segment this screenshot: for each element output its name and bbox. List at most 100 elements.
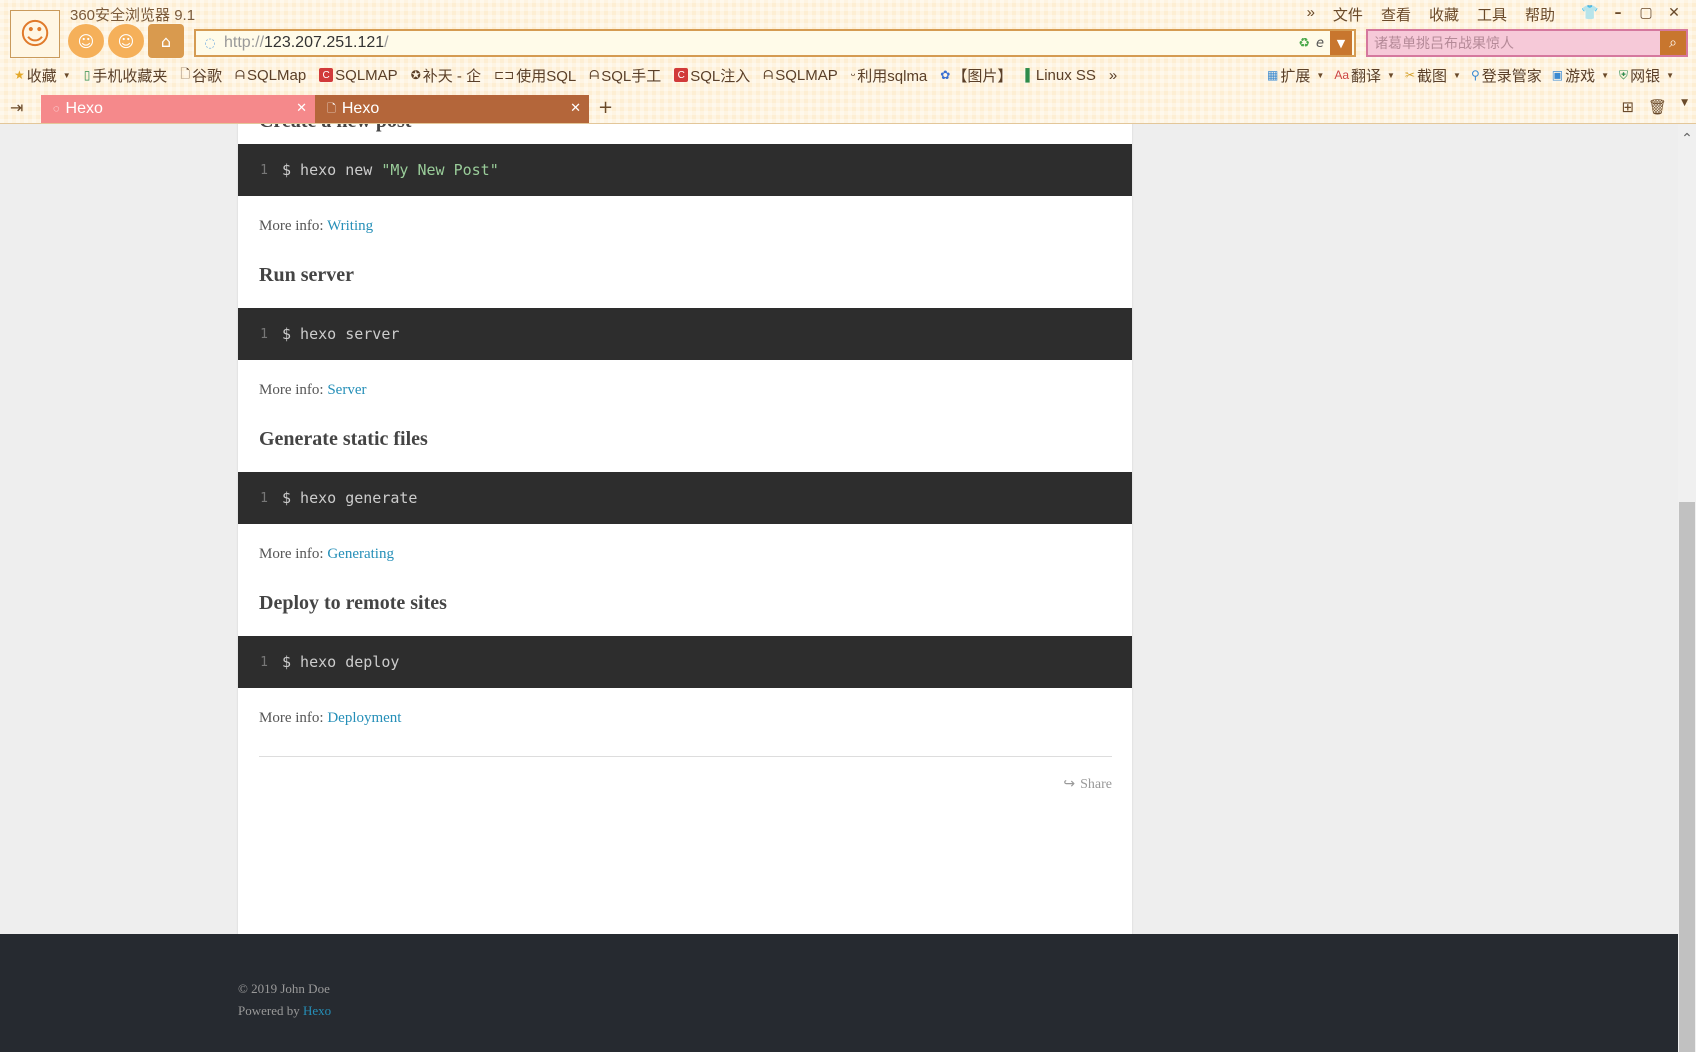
ie-mode-icon[interactable]: e	[1316, 36, 1324, 51]
sidebar-toggle-icon[interactable]: ⇥	[10, 98, 23, 117]
menu-favorites[interactable]: 收藏	[1420, 4, 1468, 25]
tool-extensions[interactable]: ▦ 扩展 ▼	[1267, 65, 1324, 86]
chevron-down-icon: ▼	[1666, 70, 1674, 80]
site-footer: © 2019 John Doe Powered by Hexo	[0, 934, 1678, 1052]
skin-icon[interactable]: 👕	[1578, 2, 1602, 24]
phone-icon: ▯	[83, 68, 91, 82]
bookmark-item[interactable]: C SQL注入	[674, 65, 750, 86]
gear-icon: ✪	[410, 68, 421, 82]
powered-by: Powered by Hexo	[238, 1003, 332, 1018]
tool-login-manager[interactable]: ⚲ 登录管家	[1471, 65, 1542, 86]
chevron-down-icon: ▼	[62, 70, 71, 80]
menu-view[interactable]: 查看	[1372, 4, 1420, 25]
share-button[interactable]: ↪ Share	[1063, 776, 1112, 793]
bookmark-item[interactable]: ᗩ SQL手工	[589, 65, 661, 86]
house-icon: ⌂	[148, 24, 184, 58]
bar-icon: ▌	[1025, 68, 1034, 82]
chevron-down-icon: ▼	[1316, 70, 1325, 80]
loading-icon: ◌	[53, 103, 60, 115]
trash-icon[interactable]: 🗑	[1648, 98, 1667, 116]
tool-translate[interactable]: Aa 翻译 ▼	[1334, 65, 1395, 86]
browser-chrome: ☺ 360安全浏览器 9.1 ☺ ☺ ⌂ » 文件 查看 收藏 工具 帮助 👕 …	[0, 0, 1696, 124]
code-block: 1 $ hexo new "My New Post"	[238, 144, 1132, 196]
bookmark-item[interactable]: ✪ 补天 - 企	[411, 65, 481, 86]
bookmark-item[interactable]: ᗩ SQLMAP	[763, 67, 838, 84]
page-viewport: Create a new post 1 $ hexo new "My New P…	[0, 124, 1678, 1052]
mascot-decoration: ☺ ☺ ⌂	[68, 24, 184, 58]
code-block: 1 $ hexo generate	[238, 472, 1132, 524]
line-number: 1	[260, 326, 268, 342]
url-field[interactable]: http://123.207.251.121/	[224, 34, 1298, 52]
address-bar[interactable]: ◌ http://123.207.251.121/ ♻ e ▼	[194, 29, 1356, 57]
minimize-button[interactable]: –	[1606, 2, 1630, 24]
window-controls: 👕 – ▢ ✕	[1578, 2, 1686, 24]
bookmark-favorites[interactable]: ★ 收藏 ▼	[14, 65, 71, 86]
tab-grid-icon[interactable]: ⊞	[1621, 98, 1634, 116]
tab-tools: ⊞ 🗑 ▼	[1621, 98, 1688, 116]
link-server[interactable]: Server	[327, 382, 366, 398]
menu-file[interactable]: 文件	[1324, 4, 1372, 25]
menu-tools[interactable]: 工具	[1468, 4, 1516, 25]
heading-deploy: Deploy to remote sites	[259, 592, 447, 614]
tool-screenshot[interactable]: ✂ 截图 ▼	[1405, 65, 1461, 86]
chevron-down-icon: ▼	[1601, 70, 1610, 80]
tab-hexo-1[interactable]: ◌ Hexo ✕	[41, 95, 315, 123]
link-hexo[interactable]: Hexo	[303, 1003, 331, 1018]
page-loading-icon: ◌	[204, 35, 216, 51]
close-tab-icon[interactable]: ✕	[296, 100, 307, 116]
more-info: More info: Server	[259, 382, 367, 398]
link-icon: ᗩ	[763, 67, 774, 82]
close-button[interactable]: ✕	[1662, 2, 1686, 24]
search-icon[interactable]: ⌕	[1660, 31, 1686, 55]
chevron-down-icon[interactable]: ▼	[1681, 98, 1688, 116]
scroll-up-icon[interactable]: ⌃	[1678, 131, 1696, 149]
bookmark-item[interactable]: ᗩ SQLMap	[235, 67, 306, 84]
address-actions: ♻ e ▼	[1298, 31, 1354, 55]
mascot-icon: ☺	[68, 24, 104, 58]
bookmark-item[interactable]: C SQLMAP	[319, 67, 398, 84]
bookmark-item[interactable]: ✿ 【图片】	[940, 65, 1012, 86]
line-number: 1	[260, 654, 268, 670]
paw-icon: ✿	[940, 68, 951, 82]
more-info: More info: Writing	[259, 218, 374, 234]
chevron-down-icon: ▼	[1453, 70, 1461, 80]
tool-banking[interactable]: ⛨ 网银 ▼	[1619, 65, 1674, 86]
menu-bar: » 文件 查看 收藏 工具 帮助	[1298, 4, 1564, 25]
bookmarks-more-button[interactable]: »	[1109, 67, 1117, 84]
link-icon: ᗩ	[235, 67, 245, 82]
bookmark-item[interactable]: ᵕ 利用sqlma	[851, 65, 928, 86]
mascot-icon: ☺	[108, 24, 144, 58]
copyright: © 2019 John Doe	[238, 981, 330, 996]
security-icon[interactable]: ♻	[1298, 36, 1310, 51]
more-info: More info: Deployment	[259, 710, 402, 726]
tab-bar: ⇥ ◌ Hexo ✕ 🗋 Hexo ✕ + ⊞ 🗑 ▼	[0, 94, 1696, 123]
menu-more[interactable]: »	[1298, 4, 1324, 25]
close-tab-icon[interactable]: ✕	[570, 100, 581, 116]
game-icon: ▣	[1551, 68, 1564, 82]
link-generating[interactable]: Generating	[327, 546, 394, 562]
tab-hexo-2[interactable]: 🗋 Hexo ✕	[315, 95, 589, 123]
bookmark-item[interactable]: ▌ Linux SS	[1025, 67, 1096, 84]
bracket-icon: ⊏⊐	[494, 68, 515, 82]
link-writing[interactable]: Writing	[327, 218, 373, 234]
code-command: $ hexo new	[282, 161, 382, 179]
search-box[interactable]: 诸葛单挑吕布战果惊人 ⌕	[1366, 29, 1688, 57]
grid-icon: ▦	[1267, 68, 1279, 82]
key-icon: ⚲	[1470, 68, 1480, 82]
url-dropdown-icon[interactable]: ▼	[1330, 31, 1352, 55]
heading-run-server: Run server	[259, 264, 354, 286]
scrollbar-thumb[interactable]	[1679, 502, 1695, 1052]
bookmark-item[interactable]: ⊏⊐ 使用SQL	[494, 65, 576, 86]
tool-games[interactable]: ▣ 游戏 ▼	[1552, 65, 1609, 86]
browser-title: 360安全浏览器 9.1	[70, 7, 196, 24]
scissors-icon: ✂	[1404, 68, 1416, 82]
new-tab-button[interactable]: +	[598, 97, 613, 118]
maximize-button[interactable]: ▢	[1634, 2, 1658, 24]
line-number: 1	[260, 162, 268, 178]
menu-help[interactable]: 帮助	[1516, 4, 1564, 25]
search-input[interactable]: 诸葛单挑吕布战果惊人	[1368, 33, 1660, 53]
heading-generate-static-files: Generate static files	[259, 428, 428, 450]
link-deployment[interactable]: Deployment	[327, 710, 401, 726]
bookmark-item[interactable]: ▯ 手机收藏夹	[84, 65, 168, 86]
bookmark-item[interactable]: 🗋 谷歌	[180, 65, 222, 86]
